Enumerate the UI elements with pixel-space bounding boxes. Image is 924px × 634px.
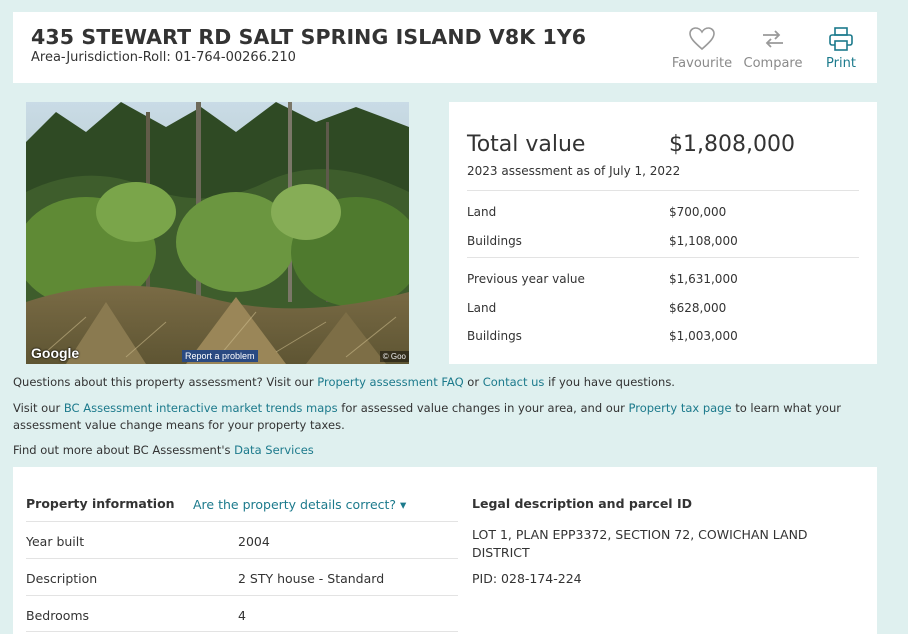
valuation-card: Total value $1,808,000 2023 assessment a… xyxy=(449,102,877,364)
value-row-label: Buildings xyxy=(467,329,522,343)
street-view-image[interactable]: Google Report a problem © Goo xyxy=(26,102,409,364)
compare-arrows-icon xyxy=(763,30,783,48)
value-row-value: $1,631,000 xyxy=(669,272,738,286)
value-row-label: Land xyxy=(467,205,497,219)
property-row-bedrooms: Bedrooms 4 xyxy=(26,595,458,632)
market-trends-link[interactable]: BC Assessment interactive market trends … xyxy=(64,401,338,415)
print-label: Print xyxy=(826,56,856,71)
compare-label: Compare xyxy=(743,56,803,71)
parcel-id: PID: 028-174-224 xyxy=(472,571,582,586)
details-correct-dropdown[interactable]: Are the property details correct? ▾ xyxy=(193,497,406,512)
property-row-value: 4 xyxy=(238,608,246,623)
report-problem-link[interactable]: Report a problem xyxy=(182,350,258,362)
printer-icon xyxy=(829,27,853,51)
legal-description-text: LOT 1, PLAN EPP3372, SECTION 72, COWICHA… xyxy=(472,527,808,560)
total-value-label: Total value xyxy=(467,132,586,157)
map-copyright: © Goo xyxy=(379,351,409,362)
info-text: or xyxy=(463,375,483,389)
property-header: 435 STEWART RD SALT SPRING ISLAND V8K 1Y… xyxy=(13,12,877,83)
contact-us-link[interactable]: Contact us xyxy=(483,375,545,389)
value-row-value: $628,000 xyxy=(669,301,727,315)
market-trends-text: Visit our BC Assessment interactive mark… xyxy=(13,400,873,434)
favourite-button[interactable]: Favourite xyxy=(671,26,733,71)
roll-number: Area-Jurisdiction-Roll: 01-764-00266.210 xyxy=(31,50,296,65)
google-logo: Google xyxy=(31,345,80,361)
compare-button[interactable]: Compare xyxy=(743,26,803,71)
property-row-label: Description xyxy=(26,571,98,586)
value-row-label: Previous year value xyxy=(467,272,585,286)
property-info-title: Property information xyxy=(26,496,175,511)
data-services-link[interactable]: Data Services xyxy=(234,443,314,457)
divider xyxy=(467,257,859,258)
property-row-year-built: Year built 2004 xyxy=(26,521,458,558)
value-row-value: $1,108,000 xyxy=(669,234,738,248)
assessment-date: 2023 assessment as of July 1, 2022 xyxy=(467,164,681,178)
property-row-label: Bedrooms xyxy=(26,608,90,623)
assessment-faq-link[interactable]: Property assessment FAQ xyxy=(317,375,463,389)
property-address: 435 STEWART RD SALT SPRING ISLAND V8K 1Y… xyxy=(31,25,587,49)
value-row-label: Buildings xyxy=(467,234,522,248)
info-text: if you have questions. xyxy=(544,375,675,389)
info-text: for assessed value changes in your area,… xyxy=(337,401,629,415)
page-edge xyxy=(908,0,924,634)
property-row-label: Year built xyxy=(26,534,85,549)
legal-description-title: Legal description and parcel ID xyxy=(472,496,692,511)
value-row-label: Land xyxy=(467,301,497,315)
heart-icon xyxy=(689,27,715,51)
property-row-value: 2 STY house - Standard xyxy=(238,571,385,586)
value-row-value: $700,000 xyxy=(669,205,727,219)
total-value-amount: $1,808,000 xyxy=(669,132,795,157)
property-tax-link[interactable]: Property tax page xyxy=(629,401,732,415)
info-text: Visit our xyxy=(13,401,64,415)
print-button[interactable]: Print xyxy=(823,26,859,71)
divider xyxy=(467,190,859,191)
property-row-value: 2004 xyxy=(238,534,270,549)
street-view-picture xyxy=(26,102,409,364)
favourite-label: Favourite xyxy=(671,56,733,71)
info-text: Find out more about BC Assessment's xyxy=(13,443,235,457)
property-info-card: Property information Are the property de… xyxy=(13,467,877,634)
property-row-description: Description 2 STY house - Standard xyxy=(26,558,458,595)
value-row-value: $1,003,000 xyxy=(669,329,738,343)
questions-text: Questions about this property assessment… xyxy=(13,374,675,391)
info-text: Questions about this property assessment… xyxy=(13,375,318,389)
data-services-text: Find out more about BC Assessment's Data… xyxy=(13,442,314,459)
